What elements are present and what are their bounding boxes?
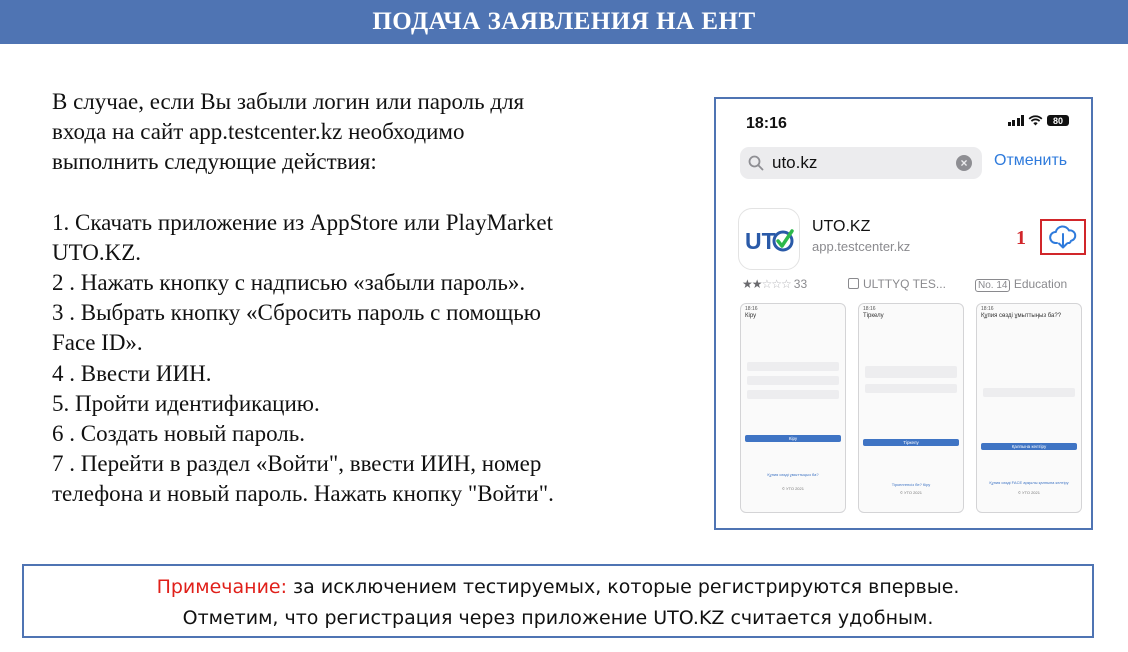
page-title: ПОДАЧА ЗАЯВЛЕНИЯ НА ЕНТ xyxy=(372,8,756,35)
status-bar: 18:16 80 xyxy=(722,105,1085,141)
wifi-icon xyxy=(1028,115,1043,126)
step-line: 4 . Ввести ИИН. xyxy=(52,360,212,386)
header-banner: ПОДАЧА ЗАЯВЛЕНИЯ НА ЕНТ xyxy=(0,0,1128,44)
preview-status: 18:16 xyxy=(745,306,758,312)
step-line: 5. Пройти идентификацию. xyxy=(52,390,320,416)
developer-icon xyxy=(848,278,859,289)
intro-line: входа на сайт app.testcenter.kz необходи… xyxy=(52,119,465,145)
phone-screen: 18:16 80 uto.kz × Отменить UT UTO.KZ app… xyxy=(722,105,1086,522)
preview-status: 18:16 xyxy=(863,306,876,312)
step-line: UTO.KZ. xyxy=(52,239,142,265)
preview-status: 18:16 xyxy=(981,306,994,312)
step-line: 2 . Нажать кнопку с надписью «забыли пар… xyxy=(52,270,526,296)
cancel-button[interactable]: Отменить xyxy=(994,152,1067,170)
preview-button: Тіркелу xyxy=(863,439,959,446)
status-icons: 80 xyxy=(1007,115,1069,126)
note-box: Примечание: за исключением тестируемых, … xyxy=(22,564,1094,638)
preview-field xyxy=(747,390,839,399)
step-line: 1. Скачать приложение из AppStore или Pl… xyxy=(52,209,554,235)
note-line-2: Отметим, что регистрация через приложени… xyxy=(182,607,934,629)
note-label: Примечание: xyxy=(156,576,288,598)
preview-copyright: © УТО 2021 xyxy=(900,490,922,495)
preview-link: Тіркелгенсіз бе? Кіру xyxy=(891,482,931,487)
preview-link: Құпия сөзді ұмыттыңыз ба? xyxy=(767,472,819,477)
search-query: uto.kz xyxy=(772,153,818,172)
cloud-download-icon xyxy=(1049,225,1077,249)
step-line: 6 . Создать новый пароль. xyxy=(52,421,305,447)
step-marker: 1 xyxy=(1016,227,1026,249)
step-line: 7 . Перейти в раздел «Войти", ввести ИИН… xyxy=(52,451,542,477)
preview-button: Кіру xyxy=(745,435,841,442)
preview-field xyxy=(747,362,839,371)
preview-field xyxy=(747,376,839,385)
logo-text: UT xyxy=(745,228,776,254)
search-icon xyxy=(748,155,764,176)
developer-name: ULTTYQ TES... xyxy=(863,277,946,291)
rating: ★★☆☆☆ 33 xyxy=(742,277,807,291)
star-rating-empty: ☆☆☆ xyxy=(761,277,792,291)
preview-link: Құпия сөзді FACE арқылы қалпына келтіру xyxy=(989,480,1069,485)
preview-field xyxy=(983,388,1075,397)
app-url: app.testcenter.kz xyxy=(812,239,911,254)
note-text: за исключением тестируемых, которые реги… xyxy=(287,576,960,598)
app-store-screenshot: 18:16 80 uto.kz × Отменить UT UTO.KZ app… xyxy=(714,97,1093,530)
download-button[interactable] xyxy=(1040,219,1086,255)
screenshot-preview[interactable]: 18:16 Құпия сөзді ұмыттыңыз ба?? Қалпына… xyxy=(976,303,1082,513)
screenshot-preview[interactable]: 18:16 Тіркелу Тіркелу Тіркелгенсіз бе? К… xyxy=(858,303,964,513)
search-input[interactable]: uto.kz × xyxy=(740,147,982,179)
screenshot-preview[interactable]: 18:16 Кіру Кіру Құпия сөзді ұмыттыңыз ба… xyxy=(740,303,846,513)
app-name[interactable]: UTO.KZ xyxy=(812,218,870,236)
preview-button: Қалпына келтіру xyxy=(981,443,1077,450)
app-logo[interactable]: UT xyxy=(738,208,800,270)
preview-title: Тіркелу xyxy=(863,313,884,319)
app-screenshots: 18:16 Кіру Кіру Құпия сөзді ұмыттыңыз ба… xyxy=(740,303,1086,515)
step-line: Face ID». xyxy=(52,330,143,356)
category-rank: No. 14 Education xyxy=(975,277,1068,292)
step-line: 3 . Выбрать кнопку «Сбросить пароль с по… xyxy=(52,300,541,326)
app-meta-row: ★★☆☆☆ 33 ULTTYQ TES... No. 14 Education xyxy=(742,277,1086,295)
status-time: 18:16 xyxy=(746,115,787,132)
note-line-1: Примечание: за исключением тестируемых, … xyxy=(24,572,1092,603)
preview-title: Құпия сөзді ұмыттыңыз ба?? xyxy=(981,313,1062,319)
star-rating-filled: ★★ xyxy=(742,277,762,291)
preview-field xyxy=(865,366,957,378)
preview-title: Кіру xyxy=(745,313,757,319)
preview-copyright: © УТО 2021 xyxy=(1018,490,1040,495)
intro-line: В случае, если Вы забыли логин или парол… xyxy=(52,89,525,114)
preview-field xyxy=(865,384,957,393)
preview-copyright: © УТО 2021 xyxy=(782,486,804,491)
developer: ULTTYQ TES... xyxy=(848,277,946,291)
instructions-block: В случае, если Вы забыли логин или парол… xyxy=(52,87,692,510)
category-label: Education xyxy=(1013,277,1068,291)
clear-icon[interactable]: × xyxy=(956,155,972,171)
signal-icon xyxy=(1007,115,1024,126)
rank-badge: No. 14 xyxy=(975,279,1011,292)
battery-icon: 80 xyxy=(1047,115,1069,126)
rating-count: 33 xyxy=(793,277,808,291)
step-line: телефона и новый пароль. Нажать кнопку "… xyxy=(52,481,554,507)
intro-line: выполнить следующие действия: xyxy=(52,149,377,175)
